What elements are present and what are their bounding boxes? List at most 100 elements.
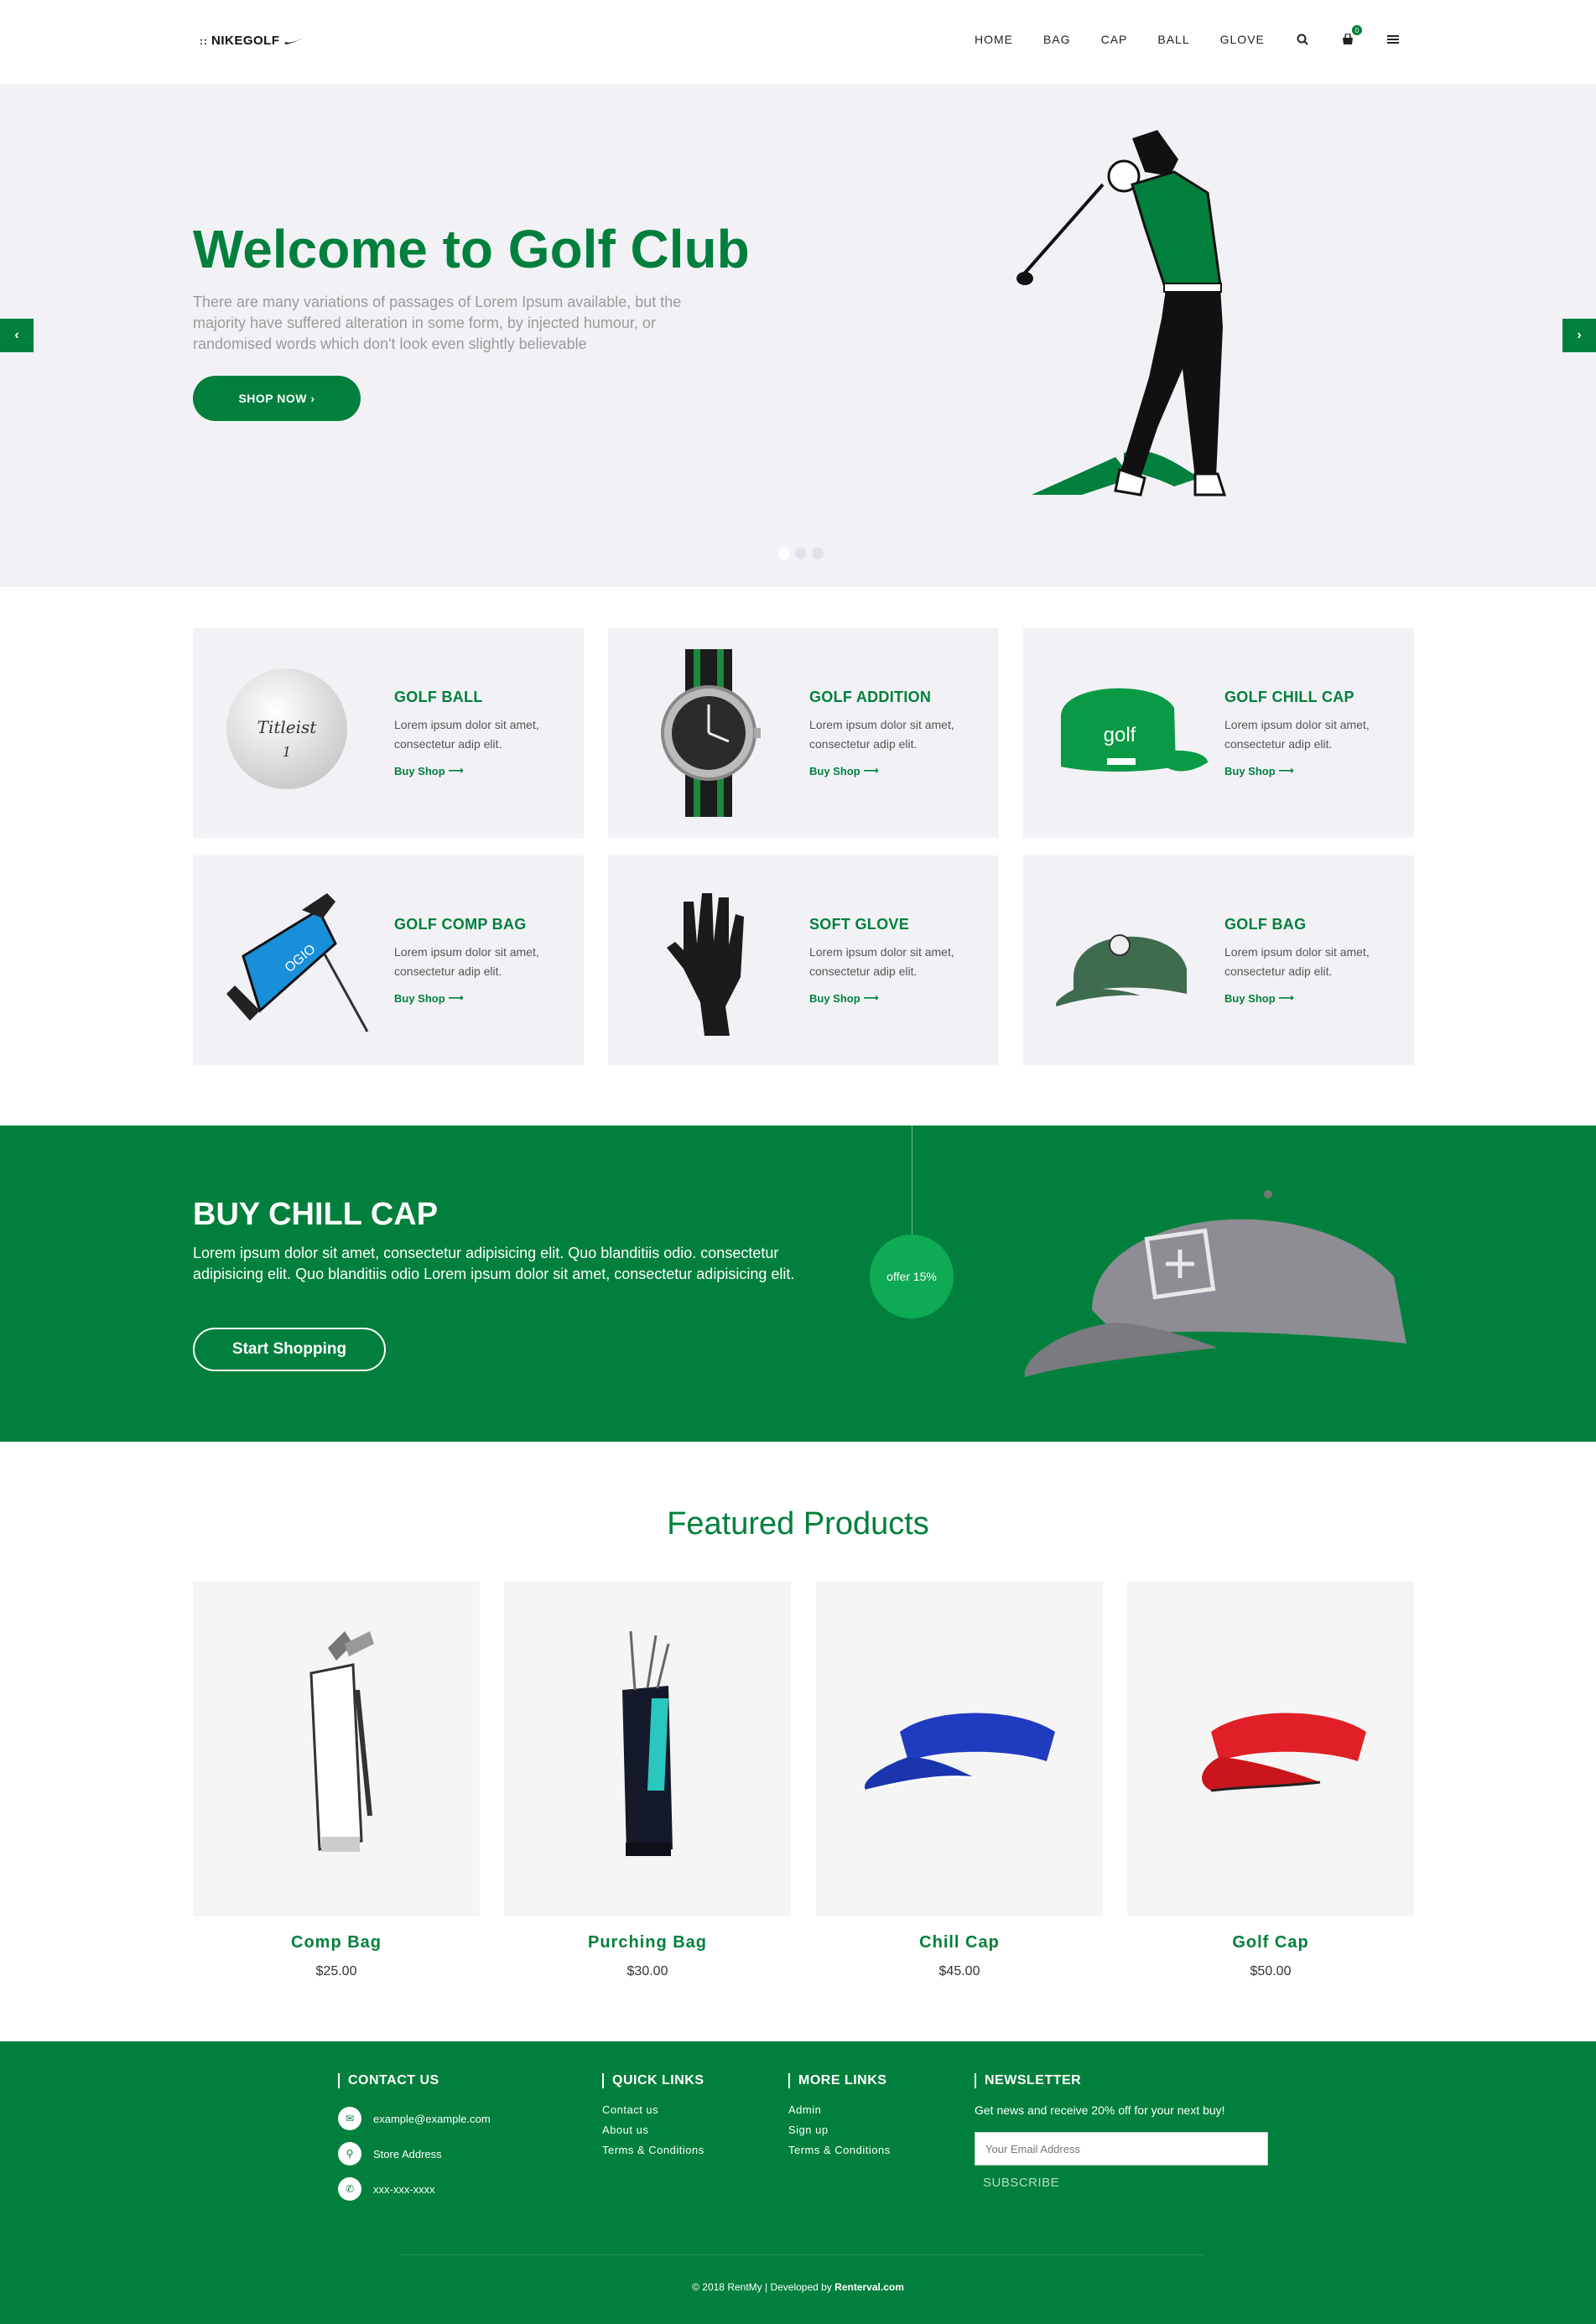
phone-icon: ✆ <box>338 2177 361 2201</box>
footer-divider <box>401 2254 1204 2255</box>
newsletter-email-input[interactable] <box>975 2132 1268 2165</box>
product-name[interactable]: Golf Cap <box>1127 1933 1414 1952</box>
footer-link-admin[interactable]: Admin <box>788 2103 891 2116</box>
category-description: Lorem ipsum dolor sit amet, consectetur … <box>1224 945 1370 978</box>
subscribe-button[interactable]: SUBSCRIBE <box>983 2176 1059 2190</box>
nav-home[interactable]: HOME <box>975 33 1013 46</box>
nav-bag[interactable]: BAG <box>1043 33 1071 46</box>
category-title: GOLF BAG <box>1224 916 1307 933</box>
grey-cap-image <box>1024 1190 1406 1377</box>
category-card-golf-bag[interactable]: GOLF BAG Lorem ipsum dolor sit amet, con… <box>1023 855 1414 1065</box>
cart-count-badge: 0 <box>1351 25 1362 35</box>
watch-image <box>661 649 761 817</box>
buy-shop-link[interactable]: Buy Shop ⟶ <box>394 764 464 777</box>
cart-icon[interactable]: 0 <box>1340 25 1362 47</box>
footer-heading: MORE LINKS <box>788 2073 891 2088</box>
product-price: $50.00 <box>1250 1964 1292 1978</box>
category-title: GOLF ADDITION <box>809 689 932 705</box>
hero-dot-3[interactable] <box>812 548 824 559</box>
hero-dot-2[interactable] <box>795 548 807 559</box>
footer-quick-links: QUICK LINKS Contact us About us Terms & … <box>602 2073 704 2164</box>
product-image-frame <box>193 1581 480 1916</box>
footer-heading: QUICK LINKS <box>602 2073 704 2088</box>
offer-badge: offer 15% <box>870 1235 954 1318</box>
category-description: Lorem ipsum dolor sit amet, consectetur … <box>1224 718 1370 751</box>
nike-golf-logo[interactable]: :: NIKEGOLF <box>200 34 305 48</box>
svg-text:Titleist: Titleist <box>257 717 318 737</box>
svg-text:1: 1 <box>283 744 291 760</box>
hero-next-button[interactable]: › <box>1562 319 1596 352</box>
menu-icon[interactable] <box>1385 32 1401 47</box>
category-description: Lorem ipsum dolor sit amet, consectetur … <box>809 718 954 751</box>
category-title: GOLF COMP BAG <box>394 916 527 933</box>
product-image-frame <box>1127 1581 1414 1916</box>
footer-link-terms-2[interactable]: Terms & Conditions <box>788 2144 891 2156</box>
product-image-frame <box>504 1581 791 1916</box>
category-card-golf-ball[interactable]: Titleist 1 GOLF BALL Lorem ipsum dolor s… <box>193 628 584 838</box>
footer-contact: CONTACT US ✉ example@example.com ⚲ Store… <box>338 2073 491 2201</box>
buy-shop-label: Buy Shop <box>1224 991 1276 1005</box>
footer-link-contact[interactable]: Contact us <box>602 2103 704 2116</box>
envelope-icon: ✉ <box>338 2107 361 2130</box>
hero-title: Welcome to Golf Club <box>193 219 750 279</box>
footer-heading: NEWSLETTER <box>975 2073 1268 2088</box>
glove-image <box>667 893 744 1036</box>
buy-shop-link[interactable]: Buy Shop ⟶ <box>1224 764 1294 777</box>
footer-link-terms[interactable]: Terms & Conditions <box>602 2144 704 2156</box>
category-card-golf-comp-bag[interactable]: OGIO GOLF COMP BAG Lorem ipsum dolor sit… <box>193 855 584 1065</box>
category-card-golf-addition[interactable]: GOLF ADDITION Lorem ipsum dolor sit amet… <box>608 628 999 838</box>
arrow-right-icon: ⟶ <box>863 991 879 1004</box>
hero-prev-button[interactable]: ‹ <box>0 319 34 352</box>
shop-now-button[interactable]: SHOP NOW › <box>193 376 361 421</box>
category-title: GOLF BALL <box>394 689 483 705</box>
copyright: © 2018 RentMy | Developed by Renterval.c… <box>0 2281 1596 2293</box>
logo-dots: :: <box>200 34 208 47</box>
product-card-golf-cap[interactable]: Golf Cap $50.00 <box>1127 1581 1414 1979</box>
hero-description: There are many variations of passages of… <box>193 294 682 352</box>
product-card-comp-bag[interactable]: Comp Bag $25.00 <box>193 1581 480 1979</box>
product-name[interactable]: Comp Bag <box>193 1933 480 1952</box>
blue-visor-image <box>865 1713 1055 1792</box>
developer-link[interactable]: Renterval.com <box>834 2281 904 2293</box>
category-card-soft-glove[interactable]: SOFT GLOVE Lorem ipsum dolor sit amet, c… <box>608 855 999 1065</box>
product-name[interactable]: Purching Bag <box>504 1933 791 1952</box>
footer-heading: CONTACT US <box>338 2073 491 2088</box>
chill-cap-promo: BUY CHILL CAP Lorem ipsum dolor sit amet… <box>0 1126 1596 1442</box>
category-title: SOFT GLOVE <box>809 916 910 933</box>
footer-newsletter: NEWSLETTER Get news and receive 20% off … <box>975 2073 1268 2191</box>
buy-shop-link[interactable]: Buy Shop ⟶ <box>1224 991 1294 1005</box>
product-card-chill-cap[interactable]: Chill Cap $45.00 <box>816 1581 1103 1979</box>
red-visor-image <box>1202 1713 1366 1792</box>
arrow-right-icon: ⟶ <box>1278 991 1294 1004</box>
contact-phone[interactable]: xxx-xxx-xxxx <box>373 2183 435 2196</box>
start-shopping-button[interactable]: Start Shopping <box>193 1328 386 1371</box>
arrow-right-icon: ⟶ <box>448 764 464 777</box>
contact-email[interactable]: example@example.com <box>373 2113 491 2125</box>
contact-phone-row[interactable]: ✆ xxx-xxx-xxxx <box>338 2177 491 2201</box>
hero-slider: ‹ › Welcome to Golf Club There are many … <box>0 84 1596 587</box>
buy-shop-label: Buy Shop <box>809 991 860 1005</box>
product-price: $30.00 <box>626 1964 668 1978</box>
product-name[interactable]: Chill Cap <box>816 1933 1103 1952</box>
nav-glove[interactable]: GLOVE <box>1220 33 1265 46</box>
search-icon[interactable] <box>1295 32 1310 47</box>
product-card-purching-bag[interactable]: Purching Bag $30.00 <box>504 1581 791 1979</box>
contact-email-row[interactable]: ✉ example@example.com <box>338 2107 491 2130</box>
nav-cap[interactable]: CAP <box>1101 33 1128 46</box>
cap-logo-text: golf <box>1104 724 1136 746</box>
footer-link-signup[interactable]: Sign up <box>788 2124 891 2136</box>
nav-ball[interactable]: BALL <box>1157 33 1189 46</box>
category-description: Lorem ipsum dolor sit amet, consectetur … <box>394 945 539 978</box>
hero-dot-1[interactable] <box>778 548 790 559</box>
buy-shop-link[interactable]: Buy Shop ⟶ <box>394 991 464 1005</box>
category-description: Lorem ipsum dolor sit amet, consectetur … <box>394 718 539 751</box>
buy-shop-link[interactable]: Buy Shop ⟶ <box>809 764 879 777</box>
arrow-right-icon: ⟶ <box>863 764 879 777</box>
buy-shop-link[interactable]: Buy Shop ⟶ <box>809 991 879 1005</box>
logo-text: NIKEGOLF <box>211 34 280 48</box>
promo-description: Lorem ipsum dolor sit amet, consectetur … <box>193 1245 795 1282</box>
category-card-golf-chill-cap[interactable]: golf GOLF CHILL CAP Lorem ipsum dolor si… <box>1023 628 1414 838</box>
site-footer: CONTACT US ✉ example@example.com ⚲ Store… <box>0 2041 1596 2324</box>
blue-golf-bag-image: OGIO <box>226 893 369 1032</box>
footer-link-about[interactable]: About us <box>602 2124 704 2136</box>
